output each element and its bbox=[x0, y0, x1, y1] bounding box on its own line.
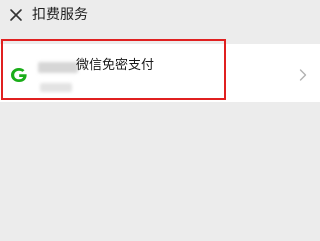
close-button[interactable] bbox=[8, 7, 24, 23]
chevron-right-icon bbox=[299, 69, 307, 81]
service-name: 微信免密支付 bbox=[76, 58, 155, 73]
top-bar: 扣费服务 bbox=[0, 0, 320, 36]
service-list-item[interactable]: 微信免密支付 bbox=[0, 44, 320, 102]
obscured-text bbox=[38, 62, 78, 73]
close-icon bbox=[10, 9, 22, 21]
obscured-subtext bbox=[40, 83, 72, 92]
brand-g-icon bbox=[11, 68, 27, 82]
page-title: 扣费服务 bbox=[32, 7, 88, 23]
